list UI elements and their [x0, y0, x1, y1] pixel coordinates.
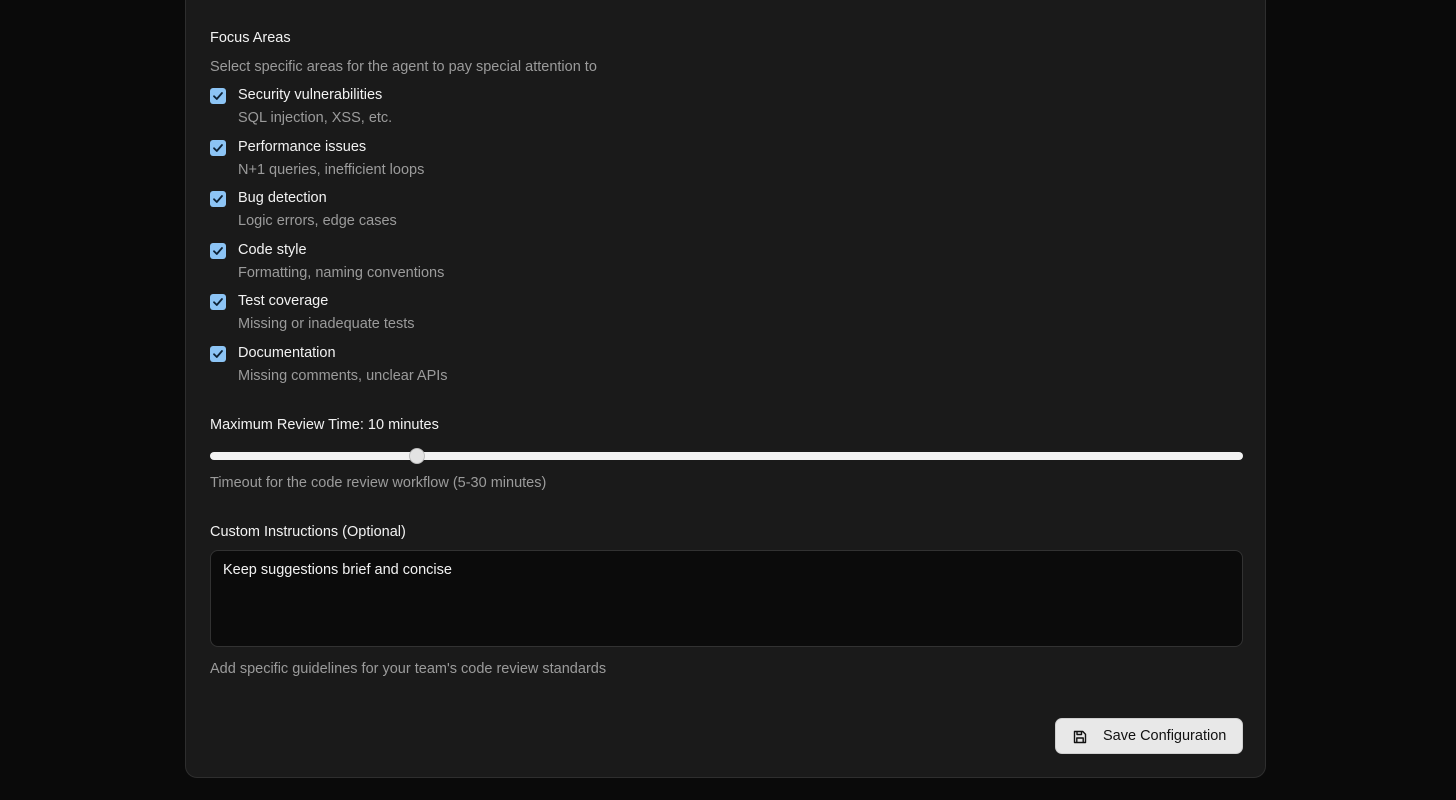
checkmark-icon: [213, 195, 223, 203]
checkmark-icon: [213, 247, 223, 255]
focus-item-label: Bug detection: [238, 190, 327, 206]
save-configuration-button[interactable]: Save Configuration: [1055, 718, 1243, 754]
checkbox-bug-detection[interactable]: [210, 191, 226, 207]
focus-item-label: Code style: [238, 242, 307, 258]
checkmark-icon: [213, 144, 223, 152]
save-button-label: Save Configuration: [1103, 728, 1227, 744]
focus-item-description: Logic errors, edge cases: [238, 213, 397, 229]
review-time-label: Maximum Review Time: 10 minutes: [210, 417, 439, 433]
focus-item-label: Documentation: [238, 345, 336, 361]
custom-instructions-textarea[interactable]: Keep suggestions brief and concise: [210, 550, 1243, 647]
checkbox-performance[interactable]: [210, 140, 226, 156]
checkbox-documentation[interactable]: [210, 346, 226, 362]
focus-item-description: Missing or inadequate tests: [238, 316, 415, 332]
focus-item-label: Security vulnerabilities: [238, 87, 383, 103]
focus-item-description: Formatting, naming conventions: [238, 265, 445, 281]
checkmark-icon: [213, 92, 223, 100]
focus-item-description: N+1 queries, inefficient loops: [238, 162, 425, 178]
focus-item-description: SQL injection, XSS, etc.: [238, 110, 393, 126]
focus-areas-title: Focus Areas: [210, 30, 291, 46]
custom-instructions-help: Add specific guidelines for your team's …: [210, 661, 607, 677]
checkmark-icon: [213, 298, 223, 306]
checkmark-icon: [213, 350, 223, 358]
custom-instructions-label: Custom Instructions (Optional): [210, 524, 406, 540]
focus-item-description: Missing comments, unclear APIs: [238, 368, 448, 384]
checkbox-code-style[interactable]: [210, 243, 226, 259]
checkbox-test-coverage[interactable]: [210, 294, 226, 310]
review-time-help: Timeout for the code review workflow (5-…: [210, 475, 547, 491]
save-icon: [1073, 730, 1087, 744]
slider-thumb[interactable]: [408, 448, 425, 464]
focus-item-label: Test coverage: [238, 293, 329, 309]
checkbox-security[interactable]: [210, 88, 226, 104]
focus-item-label: Performance issues: [238, 139, 367, 155]
focus-areas-subtitle: Select specific areas for the agent to p…: [210, 59, 597, 75]
review-time-slider[interactable]: [210, 448, 1243, 464]
